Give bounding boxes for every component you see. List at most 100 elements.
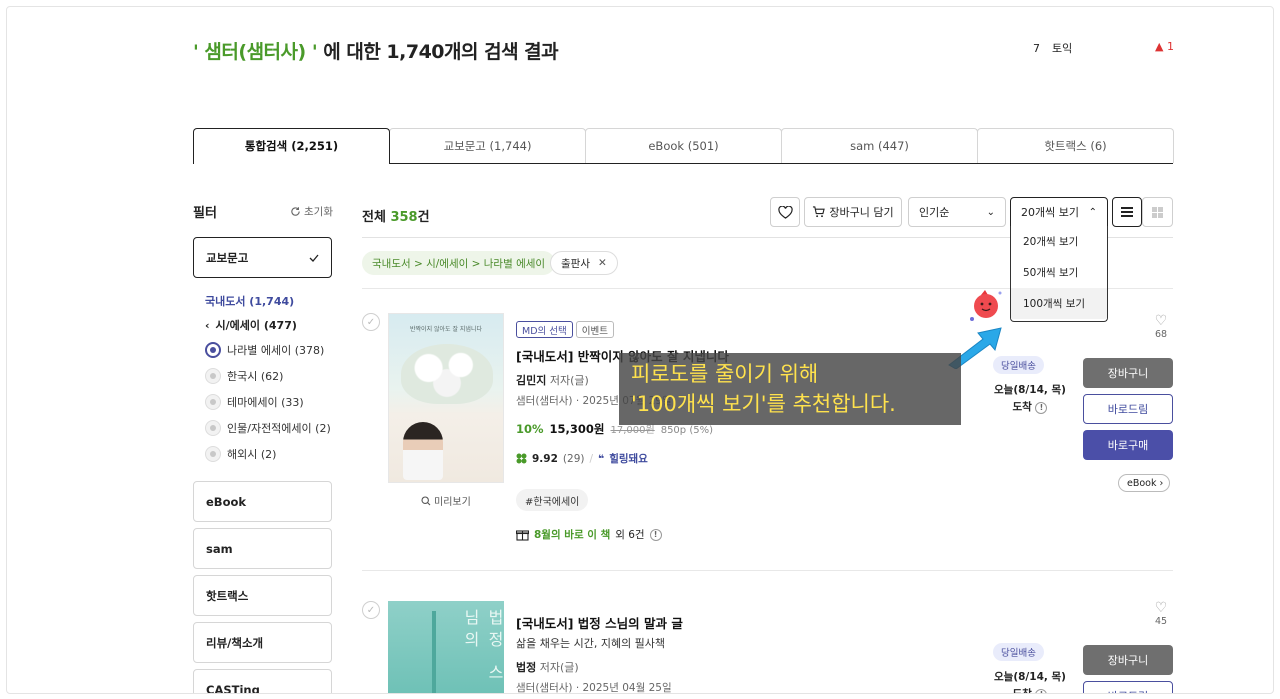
tip-line-2: '100개씩 보기'를 추천합니다. [631,392,896,416]
chevron-down-icon: ⌄ [986,206,995,218]
per-page-option[interactable]: 100개씩 보기 [1011,288,1107,319]
preview-button[interactable]: 미리보기 [421,493,471,508]
book-title[interactable]: [국내도서] 법정 스님의 말과 글 [516,613,683,632]
like-button[interactable]: ♡ 68 [1149,313,1173,340]
tab-kyobo[interactable]: 교보문고 (1,744) [389,128,586,163]
event-more: 외 6건 [615,529,645,541]
active-filter-publisher[interactable]: 출판사 ✕ [550,251,618,275]
total-unit: 건 [417,210,430,225]
category-option-label: 해외시 (2) [227,448,277,461]
sort-value: 인기순 [919,206,950,219]
select-book-checkbox[interactable]: ✓ [362,313,380,331]
clover-icon [516,453,527,464]
heart-icon [777,205,793,219]
filter-reset-label: 초기화 [304,206,333,218]
event-title: 8월의 바로 이 책 [534,529,611,541]
cover-illustration [401,344,493,404]
buy-now-button[interactable]: 바로구매 [1083,430,1173,460]
event-badge: 이벤트 [575,321,614,338]
chevron-right-icon: › [1159,477,1164,489]
category-option[interactable]: 해외시 (2) [205,441,335,467]
radio-icon [205,420,221,436]
search-result-title: ' 샘터(샘터사) ' 에 대한 1,740개의 검색 결과 [193,37,559,64]
book-author[interactable]: 법정 저자(글) [516,659,579,675]
list-view-button[interactable] [1112,197,1142,227]
popular-keyword-ticker[interactable]: 7 토익 ▲ 1 [1033,40,1174,56]
book-cover[interactable]: 법정 스님의 [388,601,504,693]
category-option[interactable]: 한국시 (62) [205,363,335,389]
arrival-info: 오늘(8/14, 목) 도착 ! [990,382,1070,414]
filter-store-ebook[interactable]: eBook [193,481,332,522]
tab-sam[interactable]: sam (447) [781,128,978,163]
grid-view-button[interactable] [1142,197,1173,227]
pickup-button[interactable]: 바로드림 [1083,394,1173,424]
info-icon[interactable]: ! [1035,401,1048,414]
book-tag[interactable]: #한국에세이 [516,489,589,511]
list-icon [1121,207,1133,217]
rank-delta: ▲ 1 [1155,40,1174,53]
book-author[interactable]: 김민지 저자(글) [516,372,589,388]
author-name: 법정 [516,661,537,674]
cover-decoration [432,611,436,693]
per-page-select[interactable]: 20개씩 보기 ⌃ [1010,197,1108,227]
book-event[interactable]: 8월의 바로 이 책 외 6건 ! [516,527,662,542]
category-level1[interactable]: 국내도서 (1,744) [205,289,335,313]
filter-header: 필터 초기화 [193,202,333,221]
cart-button[interactable]: 장바구니 [1083,645,1173,675]
filter-casting[interactable]: CASTing [193,669,332,693]
result-total: 전체 358건 [362,206,430,225]
filter-review[interactable]: 리뷰/책소개 [193,622,332,663]
chevron-left-icon: ‹ [205,318,210,332]
total-count: 358 [390,210,418,225]
like-count: 45 [1154,616,1168,627]
sort-select[interactable]: 인기순 ⌄ [908,197,1006,227]
tab-hottracks[interactable]: 핫트랙스 (6) [977,128,1174,163]
like-button[interactable]: ♡ 45 [1149,600,1173,627]
category-option[interactable]: 인물/자전적에세이 (2) [205,415,335,441]
category-level2[interactable]: ‹ 시/에세이 (477) [205,313,335,337]
category-option-label: 인물/자전적에세이 (2) [227,422,331,435]
book-rating[interactable]: 9.92 (29) / ❝ 힐링돼요 [516,451,648,466]
author-name: 김민지 [516,374,547,387]
per-page-option[interactable]: 20개씩 보기 [1011,226,1107,257]
select-book-checkbox[interactable]: ✓ [362,601,380,619]
pickup-button[interactable]: 바로드림 [1083,681,1173,693]
per-page-option[interactable]: 50개씩 보기 [1011,257,1107,288]
category-option[interactable]: 나라별 에세이 (378) [205,337,335,363]
cart-icon [813,206,826,218]
active-filter-category[interactable]: 국내도서 > 시/에세이 > 나라별 에세이 [362,251,556,275]
book-subtitle: 삶을 채우는 시간, 지혜의 필사책 [516,637,666,650]
info-icon[interactable]: ! [649,528,662,541]
rank-word[interactable]: 토익 [1052,40,1072,56]
filter-reset-button[interactable]: 초기화 [290,204,333,219]
tab-ebook[interactable]: eBook (501) [585,128,782,163]
rank-number: 7 [1033,41,1040,55]
book-badges: MD의 선택 이벤트 [516,321,617,338]
filter-store-hottracks[interactable]: 핫트랙스 [193,575,332,616]
tab-integrated[interactable]: 통합검색 (2,251) [193,128,390,164]
book-cover[interactable]: 반짝이지 않아도 잘 지냅니다 [388,313,504,483]
filter-title: 필터 [193,206,217,221]
ebook-link[interactable]: eBook › [1118,474,1171,492]
category-option-label: 한국시 (62) [227,370,284,383]
radio-icon [205,446,221,462]
filter-store-sam[interactable]: sam [193,528,332,569]
add-to-cart-all-label: 장바구니 담기 [829,206,894,219]
info-icon[interactable]: ! [1035,688,1048,693]
arrival-date: 오늘(8/14, 목) [994,384,1066,396]
sale-price: 15,300원 [549,422,605,436]
cart-button[interactable]: 장바구니 [1083,358,1173,388]
check-icon: ✓ [366,316,376,328]
category-option[interactable]: 테마에세이 (33) [205,389,335,415]
add-to-cart-all-button[interactable]: 장바구니 담기 [804,197,902,227]
filter-store-kyobo[interactable]: 교보문고 [193,237,332,278]
arrival-label: 도착 [1012,401,1032,413]
wishlist-all-button[interactable] [770,197,800,227]
reward-points: 850p (5%) [660,425,713,436]
search-tabs: 통합검색 (2,251) 교보문고 (1,744) eBook (501) sa… [193,128,1174,164]
cover-photo [403,422,443,480]
category-option-label: 나라별 에세이 (378) [227,344,325,357]
close-icon[interactable]: ✕ [598,257,607,269]
search-result-suffix: 에 대한 1,740개의 검색 결과 [317,41,559,63]
filter-store-label: 교보문고 [206,250,249,265]
